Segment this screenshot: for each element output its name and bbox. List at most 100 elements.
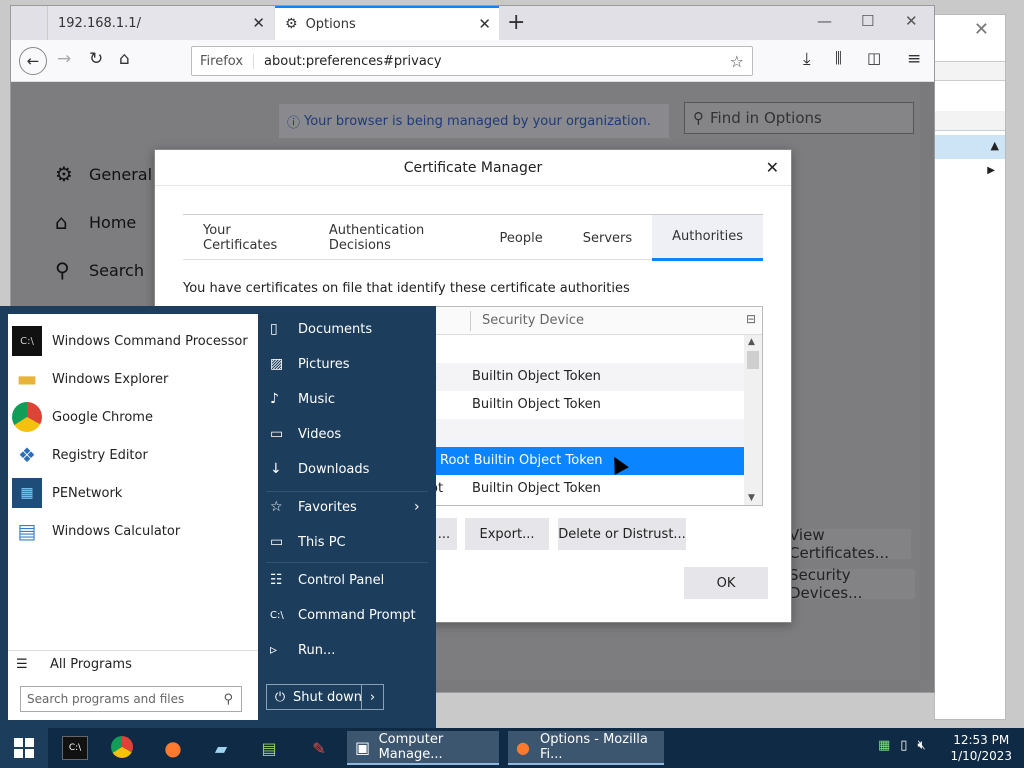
place-music[interactable]: ♪ Music [270,384,335,414]
run-icon: ▹ [270,642,278,658]
maximize-icon[interactable]: ☐ [861,12,874,30]
tab-options[interactable]: ⚙ Options ✕ [275,6,499,40]
program-explorer[interactable]: ▬ Windows Explorer [12,362,169,396]
start-button[interactable] [0,728,48,768]
place-this-pc[interactable]: ▭ This PC [270,527,346,557]
back-button[interactable]: ← [19,47,47,75]
battery-icon[interactable]: ▯ [900,738,907,753]
taskbar-window-firefox[interactable]: ● Options - Mozilla Fi... [508,731,664,765]
bookmark-star-icon[interactable]: ☆ [730,52,744,71]
place-run[interactable]: ▹ Run... [270,635,335,665]
volume-mute-icon[interactable]: 🔇︎ [917,738,925,753]
url-text[interactable]: about:preferences#privacy [264,54,442,69]
place-documents[interactable]: ▯ Documents [270,314,372,344]
program-label: Windows Explorer [52,371,169,387]
program-chrome[interactable]: Google Chrome [12,400,153,434]
close-tab-icon[interactable]: ✕ [478,15,491,33]
nav-label: General [89,164,153,184]
tab-your-certificates[interactable]: Your Certificates [183,215,309,261]
home-button[interactable]: ⌂ [119,49,130,69]
find-in-options-input[interactable]: ⚲ Find in Options [684,102,914,134]
program-penetwork[interactable]: ▦ PENetwork [12,476,122,510]
place-favorites[interactable]: ☆ Favorites › [270,492,420,522]
program-label: Windows Command Processor [52,333,248,349]
nav-label: Home [89,212,137,232]
place-control-panel[interactable]: ☷ Control Panel [270,565,384,595]
close-icon[interactable]: ✕ [766,158,779,177]
program-cmd[interactable]: C:\ Windows Command Processor [12,324,248,358]
place-command-prompt[interactable]: C:\ Command Prompt [270,600,416,630]
column-separator[interactable] [470,311,471,331]
column-security-device[interactable]: Security Device [482,313,584,328]
nav-home[interactable]: ⌂ Home [55,210,136,234]
control-panel-icon: ☷ [270,572,283,588]
place-downloads[interactable]: ↓ Downloads [270,454,369,484]
tab-strip: 192.168.1.1/ ✕ ⚙ Options ✕ + — ☐ ✕ [11,6,934,40]
firefox-icon[interactable]: ● [160,736,186,760]
collapse-icon[interactable]: ▲ [991,139,999,152]
new-tab-button[interactable]: + [507,10,525,35]
program-calculator[interactable]: ▤ Windows Calculator [12,514,181,548]
start-search-input[interactable]: Search programs and files ⚲ [20,686,242,712]
editor-icon[interactable]: ▤ [256,736,282,760]
program-registry[interactable]: ❖ Registry Editor [12,438,148,472]
tree-scrollbar[interactable]: ▲ ▼ [744,335,762,505]
vertical-scrollbar[interactable] [920,82,934,680]
scroll-thumb[interactable] [747,351,759,369]
delete-or-distrust-button[interactable]: Delete or Distrust... [558,518,686,550]
ok-button[interactable]: OK [684,567,768,599]
tab-servers[interactable]: Servers [563,215,652,261]
nav-label: Search [89,260,144,280]
scroll-up-icon[interactable]: ▲ [748,337,755,347]
taskbar-window-label: Computer Manage... [378,732,444,762]
cmd-icon[interactable]: C:\ [62,736,88,760]
close-tab-icon[interactable]: ✕ [252,14,265,32]
chrome-icon[interactable] [111,736,133,758]
home-icon: ⌂ [55,210,68,234]
all-programs[interactable]: ☰ All Programs [8,650,258,678]
tab-authorities[interactable]: Authorities [652,215,763,261]
close-icon[interactable]: ✕ [974,19,989,40]
view-certificates-button[interactable]: View Certificates... [783,526,911,562]
expand-icon[interactable]: ▶ [987,165,995,176]
sidebar-icon[interactable]: ◫ [867,49,881,67]
tab-people[interactable]: People [480,215,563,261]
close-window-icon[interactable]: ✕ [905,12,918,30]
tab-router[interactable]: 192.168.1.1/ ✕ [47,6,273,40]
place-videos[interactable]: ▭ Videos [270,419,341,449]
search-icon[interactable]: ⚲ [223,692,233,707]
network-icon: ▦ [12,478,42,508]
menu-icon[interactable]: ≡ [907,49,921,69]
url-bar[interactable]: Firefox about:preferences#privacy ☆ [191,46,753,76]
column-picker-icon[interactable]: ⊟ [746,312,756,326]
shutdown-button[interactable]: ⏻ Shut down › [266,684,384,710]
nav-general[interactable]: ⚙ General [55,162,152,186]
tab-authentication-decisions[interactable]: Authentication Decisions [309,215,480,261]
export-button[interactable]: Export... [465,518,549,550]
gear-icon: ⚙ [285,16,298,32]
nav-search[interactable]: ⚲ Search [55,258,144,282]
paint-icon[interactable]: ✎ [306,736,332,760]
forward-button[interactable]: → [57,49,71,69]
place-label: Documents [298,321,373,337]
reload-button[interactable]: ↻ [89,49,103,69]
cell-device: Builtin Object Token [472,481,601,496]
library-icon[interactable]: ⫼ [835,49,842,67]
taskbar-window-computer-management[interactable]: ▣ Computer Manage... [347,731,499,765]
downloads-icon[interactable]: ⤓ [803,49,811,69]
managed-notice-text[interactable]: Your browser is being managed by your or… [304,114,651,129]
cmd-icon: C:\ [12,326,42,356]
managed-notice[interactable]: ⓘ Your browser is being managed by your … [279,104,669,138]
identity-badge[interactable]: Firefox [192,53,255,69]
computer-management-icon: ▣ [355,737,371,757]
display-icon[interactable]: ▦ [878,738,890,753]
place-label: Pictures [298,356,350,372]
place-pictures[interactable]: ▨ Pictures [270,349,349,379]
minimize-icon[interactable]: — [817,12,832,30]
security-devices-button[interactable]: Security Devices... [783,566,915,602]
clock[interactable]: 12:53 PM 1/10/2023 [950,732,1012,764]
shutdown-options-button[interactable]: › [361,685,383,709]
calculator-icon: ▤ [17,519,37,543]
notepad-icon[interactable]: ▰ [208,736,234,760]
scroll-down-icon[interactable]: ▼ [748,493,755,503]
